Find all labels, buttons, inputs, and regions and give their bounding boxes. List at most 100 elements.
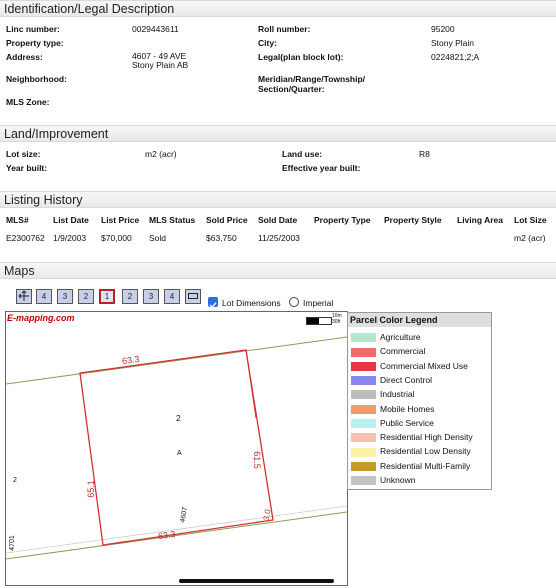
col-sold-date: Sold Date [258, 215, 298, 225]
row-sold-price: $63,750 [206, 233, 237, 243]
linc-value: 0029443611 [132, 24, 179, 34]
col-list-price: List Price [101, 215, 140, 225]
lot-dimensions-checkbox[interactable] [208, 297, 218, 309]
land-use-label: Land use: [282, 149, 323, 159]
zoom-out-2-button[interactable]: 2 [78, 289, 94, 304]
zoom-rect-button[interactable] [185, 289, 201, 304]
legend-item: Residential Low Density [351, 445, 471, 457]
legend-item: Mobile Homes [351, 403, 434, 415]
legend-label: Public Service [380, 417, 434, 428]
legend-swatch [351, 347, 376, 357]
effective-year-label: Effective year built: [282, 163, 361, 173]
legend-swatch [351, 419, 376, 429]
lot-dim-corner: 3.0 [261, 508, 273, 522]
legend-item: Unknown [351, 474, 415, 486]
maps-header: Maps [0, 262, 556, 279]
home-indicator [179, 579, 334, 583]
legend-item: Direct Control [351, 374, 432, 386]
legend-label: Industrial [380, 389, 415, 400]
legend-swatch [351, 476, 376, 486]
legend-item: Residential High Density [351, 431, 473, 443]
row-sold-date: 11/25/2003 [258, 233, 300, 243]
legend-item: Residential Multi-Family [351, 460, 470, 472]
lot-size-value: m2 (acr) [145, 149, 177, 159]
zoom-in-4-button[interactable]: 4 [164, 289, 180, 304]
col-property-type: Property Type [314, 215, 371, 225]
legend-label: Commercial Mixed Use [380, 360, 468, 371]
col-mls-status: MLS Status [149, 215, 196, 225]
lot-dim-right: 61.5 [251, 451, 262, 469]
legend-swatch [351, 376, 376, 386]
col-sold-price: Sold Price [206, 215, 248, 225]
neighborhood-label: Neighborhood: [6, 74, 67, 84]
mrts-label-line2: Section/Quarter: [258, 84, 325, 94]
legend-swatch [351, 461, 376, 471]
legend-item: Industrial [351, 388, 415, 400]
emapping-logo: E-mapping.com [7, 313, 75, 323]
legend-label: Mobile Homes [380, 403, 435, 414]
col-list-date: List Date [53, 215, 89, 225]
zoom-level-1-button[interactable]: 1 [99, 289, 115, 304]
legend-label: Residential Multi-Family [380, 460, 471, 471]
legend-label: Commercial [380, 346, 426, 357]
legend-label: Agriculture [380, 332, 421, 342]
legend-label: Direct Control [380, 374, 432, 385]
map-view[interactable]: E-mapping.com 10m 30ft 63.3 63.3 61.5 65… [5, 311, 348, 586]
legend-label: Unknown [380, 475, 416, 485]
legend-item: Agriculture [351, 331, 421, 343]
linc-label: Linc number: [6, 24, 60, 34]
checkmark-icon [209, 302, 217, 309]
year-built-label: Year built: [6, 163, 48, 173]
lot-size-label: Lot size: [6, 149, 41, 159]
col-lot-size: Lot Size [514, 215, 547, 225]
identification-header: Identification/Legal Description [0, 0, 556, 17]
legend-label: Residential High Density [380, 432, 473, 443]
scale-bar [306, 317, 332, 325]
legend-swatch [351, 361, 376, 371]
zoom-in-3-button[interactable]: 3 [143, 289, 159, 304]
row-list-price: $70,000 [101, 233, 132, 243]
legend-swatch [351, 390, 376, 400]
legend-swatch [351, 404, 376, 414]
parcel-color-legend: Parcel Color Legend Agriculture Commercia… [347, 312, 492, 490]
legend-item: Public Service [351, 417, 434, 429]
imperial-radio[interactable] [289, 297, 299, 307]
row-list-date: 1/9/2003 [53, 233, 87, 243]
land-header: Land/Improvement [0, 125, 556, 142]
legend-title: Parcel Color Legend [348, 313, 491, 327]
zoom-out-4-button[interactable]: 4 [36, 289, 52, 304]
scale-imperial: 30ft [332, 319, 341, 325]
city-label: City: [258, 38, 277, 48]
pan-tool-button[interactable] [16, 289, 32, 304]
legal-label: Legal(plan block lot): [258, 52, 344, 62]
address-label: Address: [6, 52, 43, 62]
legend-item: Commercial Mixed Use [351, 360, 468, 372]
row-mls: E2300762 [6, 233, 45, 243]
lot-dim-left: 65.1 [85, 480, 96, 498]
rectangle-icon [188, 293, 198, 299]
legend-label: Residential Low Density [380, 446, 471, 457]
land-use-value: R8 [419, 149, 430, 159]
roll-label: Roll number: [258, 24, 311, 34]
col-property-style: Property Style [384, 215, 442, 225]
lot-letter: A [177, 450, 182, 457]
pan-icon [18, 290, 29, 301]
mls-zone-label: MLS Zone: [6, 97, 50, 107]
legend-swatch [351, 447, 376, 457]
imperial-label: Imperial [303, 298, 334, 308]
mrts-label-line1: Meridian/Range/Township/ [258, 74, 366, 84]
roll-value: 95200 [431, 24, 455, 34]
row-lot-size: m2 (acr) [514, 233, 546, 243]
address-line2: Stony Plain AB [132, 60, 189, 70]
legal-value: 0224821;2;A [431, 52, 480, 62]
city-value: Stony Plain [431, 38, 474, 48]
zoom-out-3-button[interactable]: 3 [57, 289, 73, 304]
legend-item: Commercial [351, 345, 425, 357]
property-type-label: Property type: [6, 38, 64, 48]
block-number: 2 [176, 413, 181, 423]
row-mls-status: Sold [149, 233, 167, 243]
col-mls: MLS# [6, 215, 29, 225]
legend-swatch [351, 333, 376, 343]
zoom-in-2-button[interactable]: 2 [122, 289, 138, 304]
legend-swatch [351, 433, 376, 443]
